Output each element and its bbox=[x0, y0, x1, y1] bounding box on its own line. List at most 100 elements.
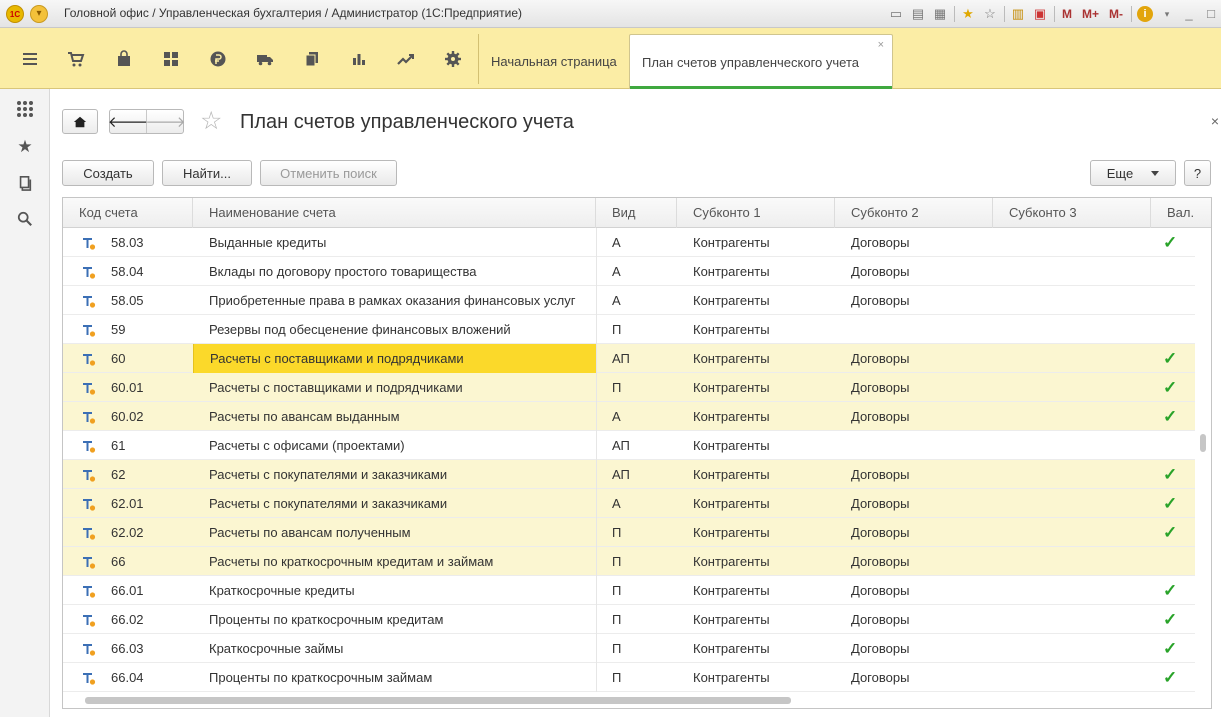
cell-subconto-1[interactable]: Контрагенты bbox=[677, 576, 835, 605]
bookmark-icon[interactable]: ☆ bbox=[982, 6, 998, 22]
cell-code[interactable]: 62.02 bbox=[63, 518, 193, 547]
cell-currency[interactable]: ✓ bbox=[1151, 634, 1197, 663]
cell-subconto-1[interactable]: Контрагенты bbox=[677, 634, 835, 663]
cell-subconto-1[interactable]: Контрагенты bbox=[677, 344, 835, 373]
cell-kind[interactable]: П bbox=[596, 547, 677, 576]
cell-name[interactable]: Расчеты по краткосрочным кредитам и займ… bbox=[193, 547, 596, 576]
home-button[interactable] bbox=[62, 109, 98, 134]
cell-currency[interactable] bbox=[1151, 431, 1197, 460]
cell-name[interactable]: Расчеты по авансам выданным bbox=[193, 402, 596, 431]
maximize-icon[interactable]: □ bbox=[1203, 6, 1219, 22]
create-button[interactable]: Создать bbox=[62, 160, 154, 186]
cell-currency[interactable]: ✓ bbox=[1151, 489, 1197, 518]
cell-subconto-3[interactable] bbox=[993, 431, 1151, 460]
tab-home[interactable]: Начальная страница bbox=[479, 34, 629, 89]
cell-subconto-2[interactable]: Договоры bbox=[835, 373, 993, 402]
column-header-currency[interactable]: Вал. bbox=[1151, 198, 1211, 228]
table-row[interactable]: 66.04 Проценты по краткосрочным займам П Ко… bbox=[63, 663, 1197, 692]
history-icon[interactable] bbox=[13, 171, 37, 195]
memory-minus-button[interactable]: M- bbox=[1107, 6, 1125, 22]
cell-name[interactable]: Краткосрочные займы bbox=[193, 634, 596, 663]
cell-subconto-3[interactable] bbox=[993, 373, 1151, 402]
cell-name[interactable]: Расчеты с покупателями и заказчиками bbox=[193, 460, 596, 489]
cell-subconto-1[interactable]: Контрагенты bbox=[677, 460, 835, 489]
cell-kind[interactable]: А bbox=[596, 228, 677, 257]
help-button[interactable]: ? bbox=[1184, 160, 1211, 186]
cell-kind[interactable]: А bbox=[596, 489, 677, 518]
favorites-icon[interactable]: ★ bbox=[13, 135, 37, 159]
ruble-icon[interactable] bbox=[192, 28, 244, 89]
cell-currency[interactable]: ✓ bbox=[1151, 460, 1197, 489]
cell-name[interactable]: Расчеты с покупателями и заказчиками bbox=[193, 489, 596, 518]
table-row[interactable]: 58.03 Выданные кредиты А Контрагенты Договор… bbox=[63, 228, 1197, 257]
cell-kind[interactable]: П bbox=[596, 605, 677, 634]
cell-subconto-1[interactable]: Контрагенты bbox=[677, 315, 835, 344]
cell-name[interactable]: Расчеты по авансам полученным bbox=[193, 518, 596, 547]
column-header-code[interactable]: Код счета bbox=[63, 198, 193, 228]
app-logo-icon[interactable]: 1С bbox=[6, 5, 24, 23]
cell-name[interactable]: Приобретенные права в рамках оказания фи… bbox=[193, 286, 596, 315]
cell-subconto-3[interactable] bbox=[993, 257, 1151, 286]
cell-currency[interactable]: ✓ bbox=[1151, 344, 1197, 373]
cell-kind[interactable]: П bbox=[596, 663, 677, 692]
memory-plus-button[interactable]: M+ bbox=[1080, 6, 1101, 22]
cell-subconto-2[interactable]: Договоры bbox=[835, 257, 993, 286]
column-header-subconto-1[interactable]: Субконто 1 bbox=[677, 198, 835, 228]
table-row[interactable]: 60.01 Расчеты с поставщиками и подрядчика… bbox=[63, 373, 1197, 402]
calculator-icon[interactable]: ▥ bbox=[1010, 6, 1026, 22]
horizontal-scrollbar[interactable] bbox=[63, 692, 1211, 708]
cell-subconto-1[interactable]: Контрагенты bbox=[677, 402, 835, 431]
table-row[interactable]: 66.01 Краткосрочные кредиты П Контрагенты До… bbox=[63, 576, 1197, 605]
cell-currency[interactable]: ✓ bbox=[1151, 373, 1197, 402]
cell-name[interactable]: Выданные кредиты bbox=[193, 228, 596, 257]
trend-icon[interactable] bbox=[380, 28, 432, 89]
table-row[interactable]: 66.03 Краткосрочные займы П Контрагенты Дого… bbox=[63, 634, 1197, 663]
cell-code[interactable]: 58.04 bbox=[63, 257, 193, 286]
cell-kind[interactable]: А bbox=[596, 257, 677, 286]
column-header-subconto-3[interactable]: Субконто 3 bbox=[993, 198, 1151, 228]
forward-button[interactable]: 🡒 bbox=[145, 110, 185, 133]
tab-chart-of-accounts[interactable]: План счетов управленческого учета × bbox=[629, 34, 893, 89]
cell-code[interactable]: 60.01 bbox=[63, 373, 193, 402]
cell-code[interactable]: 59 bbox=[63, 315, 193, 344]
table-row[interactable]: 59 Резервы под обесценение финансовых вло… bbox=[63, 315, 1197, 344]
cell-subconto-3[interactable] bbox=[993, 634, 1151, 663]
cell-subconto-3[interactable] bbox=[993, 489, 1151, 518]
main-menu-icon[interactable]: ▾ bbox=[30, 5, 48, 23]
grid-icon[interactable] bbox=[145, 28, 197, 89]
gear-icon[interactable] bbox=[427, 28, 479, 89]
cell-subconto-1[interactable]: Контрагенты bbox=[677, 373, 835, 402]
cell-subconto-3[interactable] bbox=[993, 576, 1151, 605]
bag-icon[interactable] bbox=[98, 28, 150, 89]
cell-kind[interactable]: АП bbox=[596, 460, 677, 489]
cell-subconto-1[interactable]: Контрагенты bbox=[677, 518, 835, 547]
cell-subconto-2[interactable]: Договоры bbox=[835, 460, 993, 489]
vertical-scrollbar[interactable] bbox=[1195, 228, 1211, 694]
copy-icon[interactable] bbox=[286, 28, 338, 89]
cell-subconto-1[interactable]: Контрагенты bbox=[677, 547, 835, 576]
info-icon[interactable]: i bbox=[1137, 6, 1154, 22]
cell-subconto-2[interactable]: Договоры bbox=[835, 547, 993, 576]
cell-subconto-3[interactable] bbox=[993, 547, 1151, 576]
cell-subconto-2[interactable]: Договоры bbox=[835, 286, 993, 315]
cell-subconto-1[interactable]: Контрагенты bbox=[677, 228, 835, 257]
cell-subconto-2[interactable]: Договоры bbox=[835, 344, 993, 373]
column-header-subconto-2[interactable]: Субконто 2 bbox=[835, 198, 993, 228]
cell-kind[interactable]: П bbox=[596, 576, 677, 605]
cell-kind[interactable]: П bbox=[596, 634, 677, 663]
cell-subconto-3[interactable] bbox=[993, 663, 1151, 692]
cell-code[interactable]: 61 bbox=[63, 431, 193, 460]
cell-currency[interactable]: ✓ bbox=[1151, 402, 1197, 431]
cell-subconto-1[interactable]: Контрагенты bbox=[677, 286, 835, 315]
menu-icon[interactable] bbox=[4, 28, 56, 89]
cell-kind[interactable]: АП bbox=[596, 344, 677, 373]
table-row[interactable]: 61 Расчеты с офисами (проектами) АП Контраг… bbox=[63, 431, 1197, 460]
cell-name[interactable]: Расчеты с поставщиками и подрядчиками bbox=[193, 344, 596, 373]
cancel-search-button[interactable]: Отменить поиск bbox=[260, 160, 397, 186]
cell-kind[interactable]: П bbox=[596, 373, 677, 402]
cell-subconto-1[interactable]: Контрагенты bbox=[677, 663, 835, 692]
more-button[interactable]: Еще bbox=[1090, 160, 1176, 186]
cell-subconto-2[interactable]: Договоры bbox=[835, 518, 993, 547]
cell-code[interactable]: 66.03 bbox=[63, 634, 193, 663]
cell-name[interactable]: Проценты по краткосрочным кредитам bbox=[193, 605, 596, 634]
